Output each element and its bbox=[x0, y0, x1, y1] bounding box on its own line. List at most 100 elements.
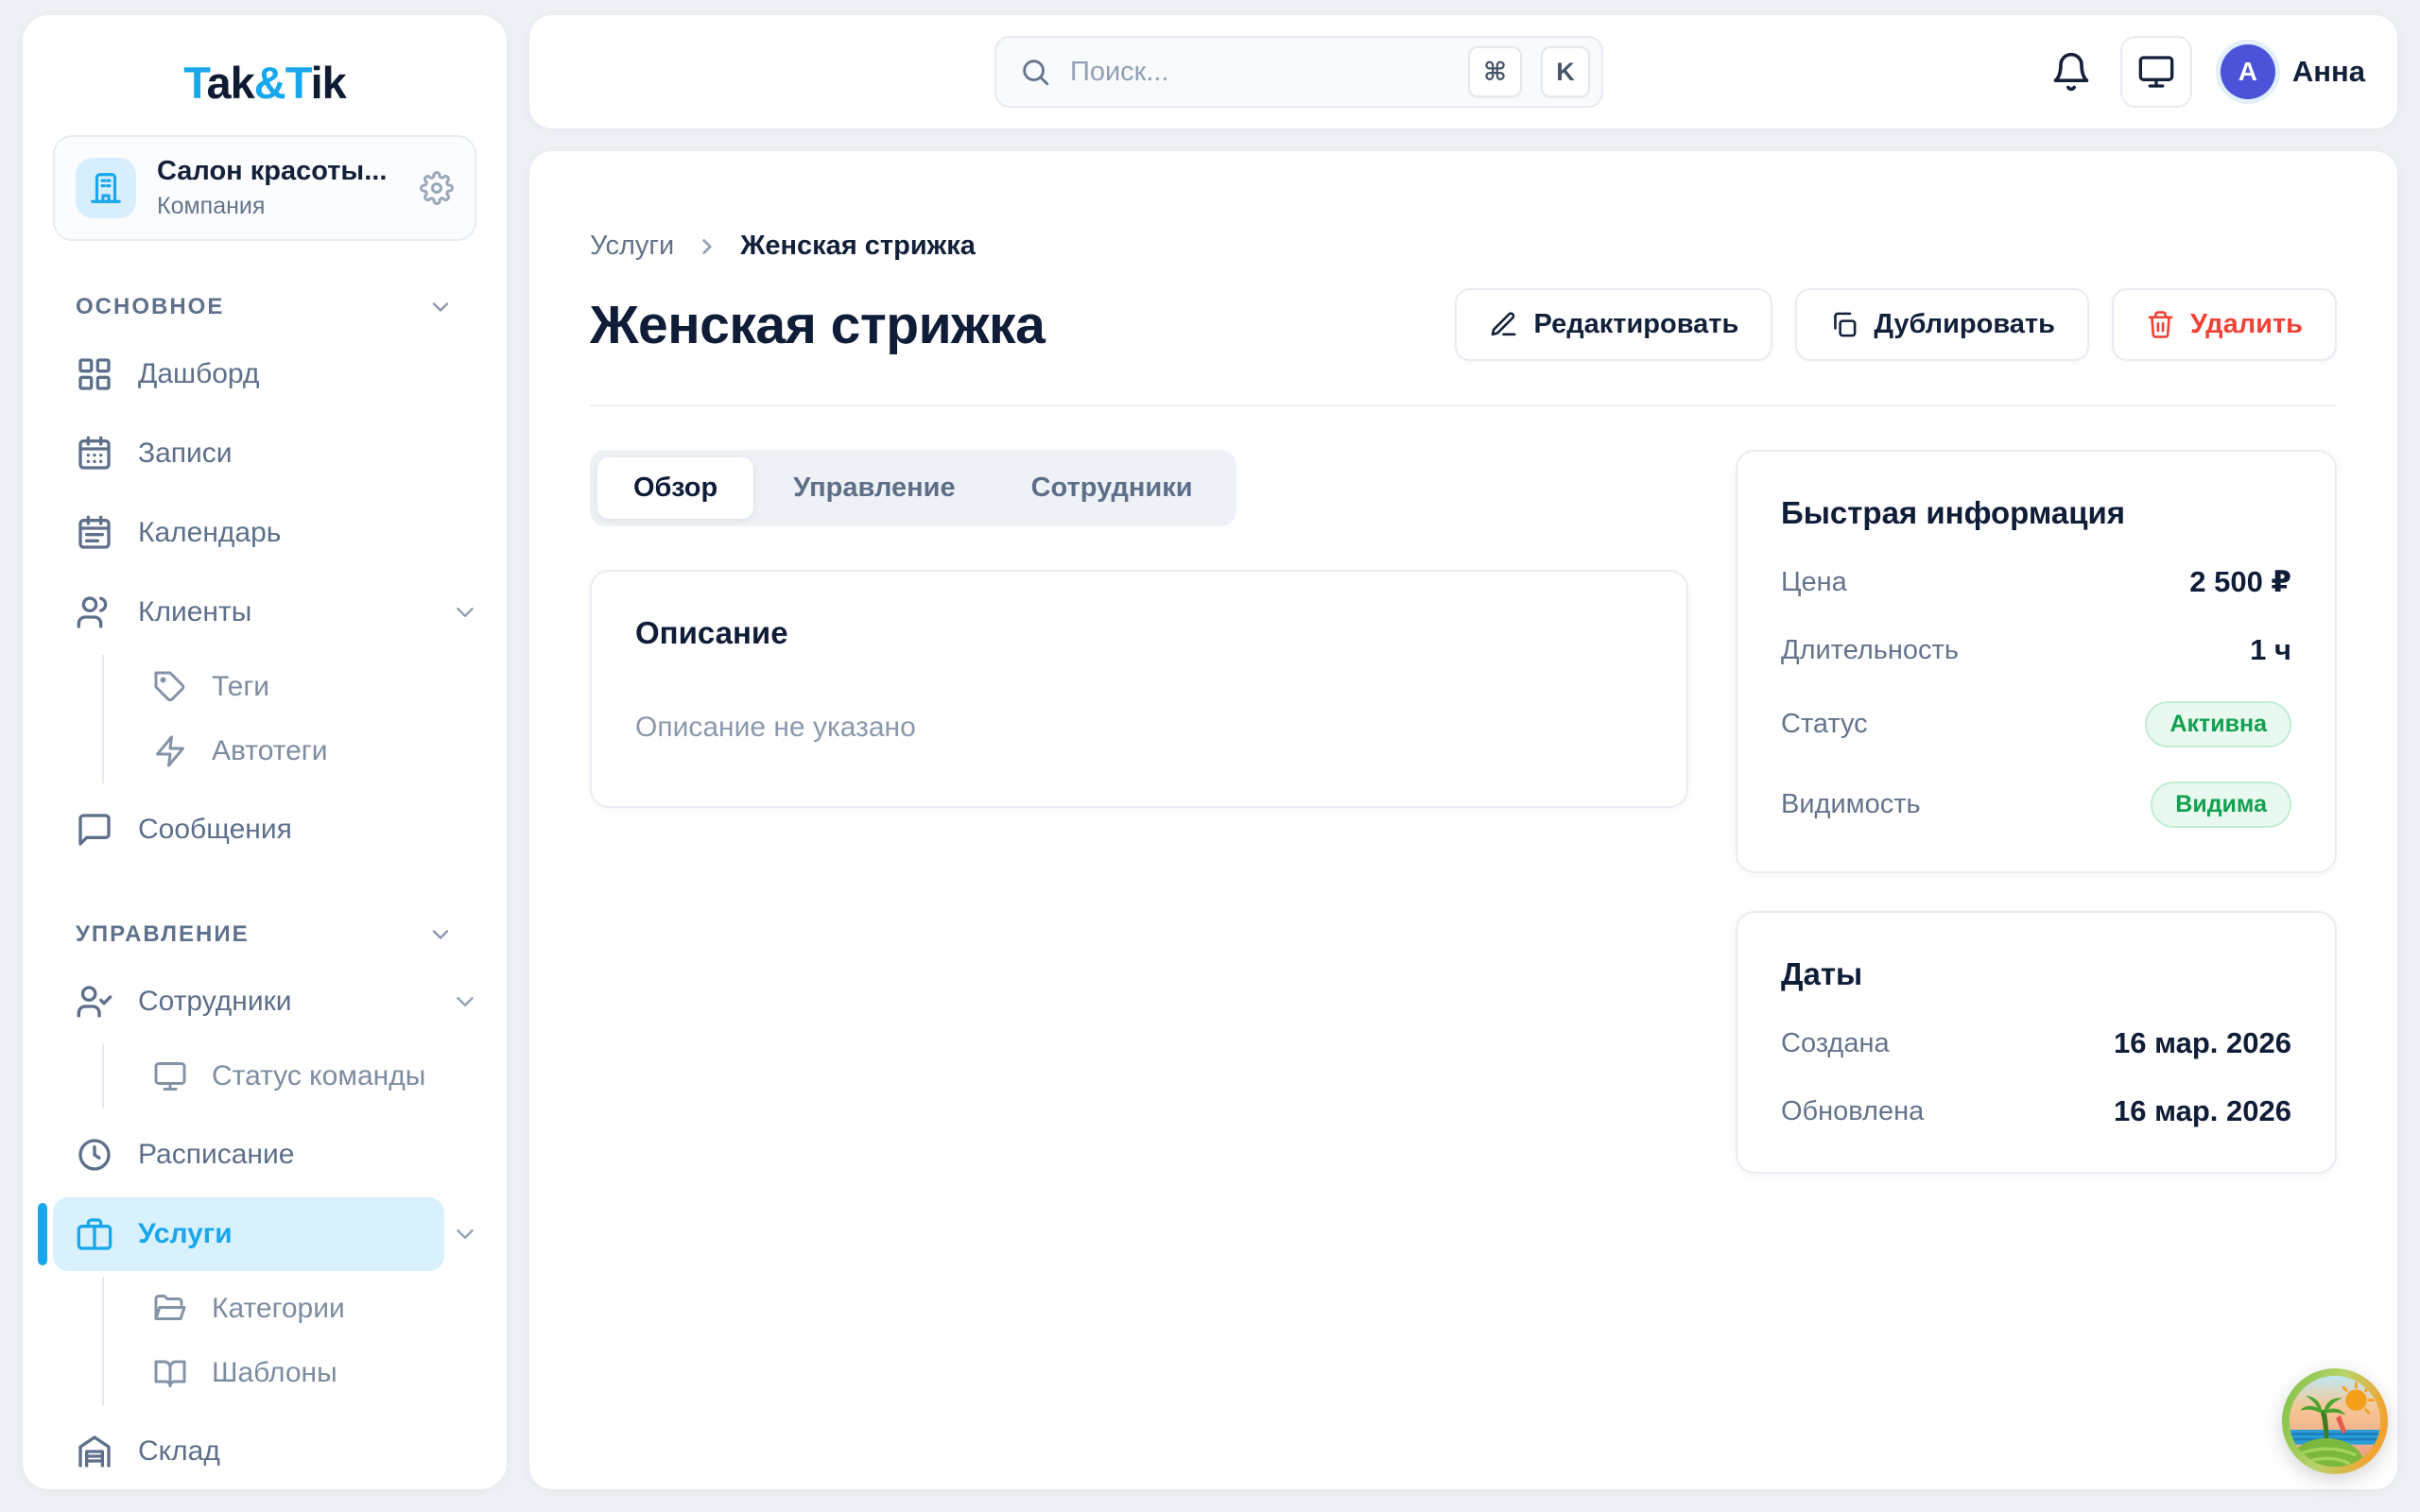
left-column: Обзор Управление Сотрудники Описание Опи… bbox=[590, 450, 1688, 808]
edit-button[interactable]: Редактировать bbox=[1455, 288, 1772, 361]
sidebar-item-services[interactable]: Услуги bbox=[53, 1197, 486, 1271]
trash-icon bbox=[2146, 310, 2175, 339]
chevron-down-icon bbox=[427, 294, 454, 320]
sidebar-item-categories[interactable]: Категории bbox=[136, 1277, 486, 1341]
sidebar-item-label: Сообщения bbox=[138, 814, 292, 846]
breadcrumb: Услуги Женская стрижка bbox=[590, 231, 2337, 262]
brand-logo-segment: T bbox=[285, 58, 311, 108]
calendar-lines-icon bbox=[76, 514, 113, 552]
top-right-cluster: А Анна bbox=[2050, 15, 2365, 129]
sidebar-item-staff[interactable]: Сотрудники bbox=[53, 965, 486, 1039]
breadcrumb-current: Женская стрижка bbox=[740, 231, 976, 262]
duration-value: 1 ч bbox=[2250, 633, 2291, 667]
price-value: 2 500 ₽ bbox=[2189, 565, 2291, 599]
breadcrumb-parent-link[interactable]: Услуги bbox=[590, 231, 674, 262]
monitor-icon bbox=[2137, 53, 2175, 91]
tab-management[interactable]: Управление bbox=[757, 457, 991, 519]
nav-section-main[interactable]: ОСНОВНОЕ bbox=[76, 294, 454, 320]
sidebar-item-label: Теги bbox=[212, 671, 269, 703]
bell-icon bbox=[2050, 51, 2092, 93]
users-icon bbox=[76, 593, 113, 631]
services-subgroup: Категории Шаблоны bbox=[102, 1277, 486, 1405]
company-selector[interactable]: Салон красоты... Компания bbox=[53, 135, 476, 241]
duplicate-button-label: Дублировать bbox=[1874, 309, 2055, 340]
brand-logo: Tak&Tik bbox=[23, 15, 507, 109]
brand-logo-segment: T bbox=[183, 58, 206, 108]
status-badge: Активна bbox=[2145, 701, 2291, 747]
app-root: { "colors": { "accent": "#18a7ec", "acce… bbox=[0, 0, 2420, 1512]
tropical-island-widget[interactable] bbox=[2282, 1368, 2388, 1474]
info-row-price: Цена 2 500 ₽ bbox=[1781, 565, 2291, 599]
chevron-down-icon[interactable] bbox=[444, 1220, 486, 1248]
staff-subgroup: Статус команды bbox=[102, 1044, 486, 1108]
sidebar-item-clients[interactable]: Клиенты bbox=[53, 576, 486, 649]
description-card: Описание Описание не указано bbox=[590, 570, 1688, 808]
user-check-icon bbox=[76, 983, 113, 1021]
search-icon bbox=[1019, 56, 1051, 88]
gear-icon[interactable] bbox=[420, 171, 454, 205]
tab-staff[interactable]: Сотрудники bbox=[995, 457, 1229, 519]
info-label: Видимость bbox=[1781, 789, 1921, 820]
delete-button[interactable]: Удалить bbox=[2112, 288, 2337, 361]
sidebar-item-warehouse[interactable]: Склад bbox=[53, 1415, 486, 1488]
brand-logo-segment: ak bbox=[206, 58, 253, 108]
copy-icon bbox=[1829, 310, 1858, 339]
display-mode-button[interactable] bbox=[2120, 36, 2192, 108]
sidebar-item-label: Календарь bbox=[138, 517, 281, 549]
sidebar-item-label: Расписание bbox=[138, 1139, 294, 1171]
description-empty-text: Описание не указано bbox=[635, 712, 1643, 744]
duplicate-button[interactable]: Дублировать bbox=[1795, 288, 2089, 361]
avatar: А bbox=[2221, 44, 2275, 99]
sidebar-item-schedule[interactable]: Расписание bbox=[53, 1118, 486, 1192]
chevron-right-icon bbox=[695, 234, 719, 259]
sidebar-item-records[interactable]: Записи bbox=[53, 417, 486, 490]
company-icon-tile bbox=[76, 158, 136, 218]
info-label: Длительность bbox=[1781, 635, 1959, 666]
sidebar-item-label: Клиенты bbox=[138, 596, 251, 628]
book-open-icon bbox=[153, 1356, 187, 1390]
right-column: Быстрая информация Цена 2 500 ₽ Длительн… bbox=[1736, 450, 2337, 1174]
user-menu[interactable]: А Анна bbox=[2221, 44, 2365, 99]
company-meta: Салон красоты... Компания bbox=[157, 156, 399, 220]
sidebar-item-label: Категории bbox=[212, 1293, 345, 1325]
search-input[interactable] bbox=[1070, 57, 1449, 88]
created-date-value: 16 мар. 2026 bbox=[2114, 1026, 2291, 1060]
sidebar-item-team-status[interactable]: Статус команды bbox=[136, 1044, 486, 1108]
brand-logo-segment: ik bbox=[311, 58, 346, 108]
sidebar-item-dashboard[interactable]: Дашборд bbox=[53, 337, 486, 411]
top-bar: ⌘ K А Анна bbox=[529, 15, 2397, 129]
company-name: Салон красоты... bbox=[157, 156, 399, 187]
dates-card-title: Даты bbox=[1781, 956, 2291, 992]
building-icon bbox=[88, 170, 124, 206]
page-title: Женская стрижка bbox=[590, 294, 1045, 356]
sidebar-item-tags[interactable]: Теги bbox=[136, 655, 486, 719]
tab-overview[interactable]: Обзор bbox=[597, 457, 753, 519]
sidebar: Tak&Tik Салон красоты... Компания ОСНОВН… bbox=[23, 15, 507, 1489]
info-label: Обновлена bbox=[1781, 1096, 1924, 1127]
search-bar[interactable]: ⌘ K bbox=[994, 36, 1603, 108]
dashboard-grid-icon bbox=[76, 355, 113, 393]
nav-section-management[interactable]: УПРАВЛЕНИЕ bbox=[76, 921, 454, 948]
monitor-icon bbox=[153, 1059, 187, 1093]
briefcase-icon bbox=[76, 1215, 113, 1253]
sidebar-item-label: Записи bbox=[138, 438, 233, 470]
nav-section-label: ОСНОВНОЕ bbox=[76, 294, 224, 320]
sidebar-item-messages[interactable]: Сообщения bbox=[53, 793, 486, 867]
notifications-button[interactable] bbox=[2050, 51, 2092, 93]
info-row-updated: Обновлена 16 мар. 2026 bbox=[1781, 1094, 2291, 1128]
dates-card: Даты Создана 16 мар. 2026 Обновлена 16 м… bbox=[1736, 911, 2337, 1174]
user-name: Анна bbox=[2292, 55, 2365, 89]
quick-info-card: Быстрая информация Цена 2 500 ₽ Длительн… bbox=[1736, 450, 2337, 873]
sidebar-item-templates[interactable]: Шаблоны bbox=[136, 1341, 486, 1405]
action-buttons: Редактировать Дублировать Удалить bbox=[1455, 288, 2337, 361]
chevron-down-icon[interactable] bbox=[444, 988, 486, 1016]
info-row-status: Статус Активна bbox=[1781, 701, 2291, 747]
sidebar-item-calendar[interactable]: Календарь bbox=[53, 496, 486, 570]
chevron-down-icon[interactable] bbox=[444, 598, 486, 627]
visibility-badge: Видима bbox=[2151, 782, 2291, 828]
sidebar-item-autotags[interactable]: Автотеги bbox=[136, 719, 486, 783]
info-label: Цена bbox=[1781, 567, 1847, 598]
nav-section-label: УПРАВЛЕНИЕ bbox=[76, 921, 250, 948]
chevron-down-icon bbox=[427, 921, 454, 948]
tropical-island-icon bbox=[2282, 1368, 2388, 1474]
